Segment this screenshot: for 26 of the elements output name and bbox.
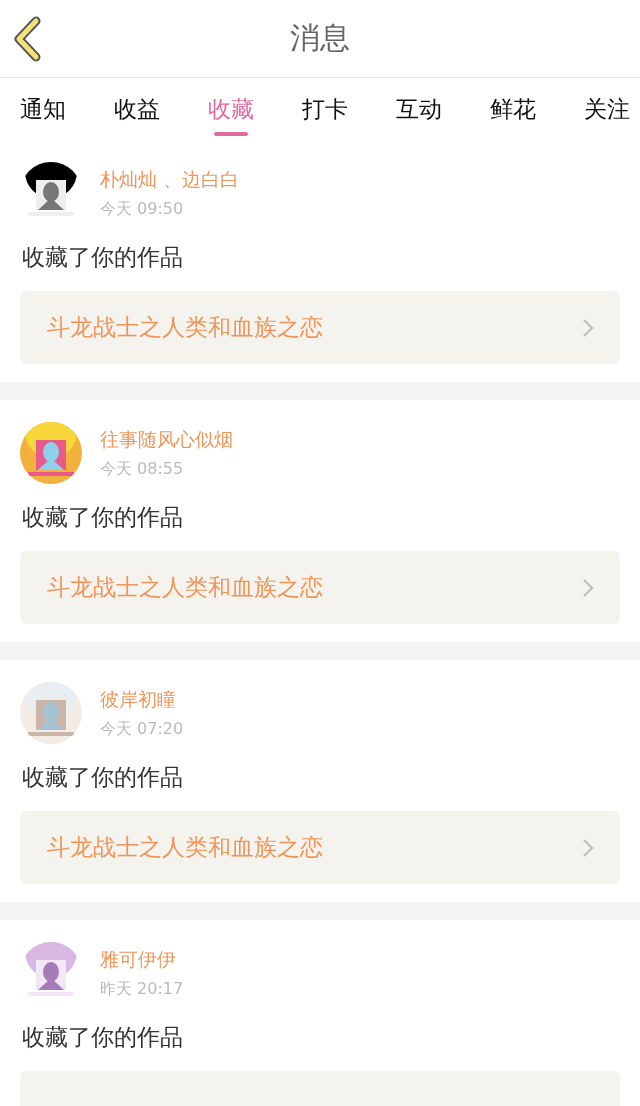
message-time: 今天 08:55 — [100, 458, 185, 480]
work-title: 斗龙战士之人类和血族之恋 — [47, 313, 323, 342]
user-name[interactable]: 朴灿灿 、边白白 — [100, 166, 240, 193]
work-title: 斗龙战士之人类和血族之恋 — [47, 573, 323, 602]
tab[interactable]: 关注 — [584, 78, 630, 140]
user-name[interactable]: 雅可伊伊 — [100, 946, 184, 973]
work-title: 斗龙战士之人类和血族之恋 — [47, 833, 323, 862]
message-text: 收藏了你的作品 — [22, 1023, 184, 1052]
tab[interactable]: 鲜花 — [490, 78, 536, 140]
tab[interactable]: 互动 — [396, 78, 442, 140]
message-text: 收藏了你的作品 — [22, 503, 184, 532]
work-link[interactable]: 斗龙战士之人类和血族之恋 — [20, 551, 620, 624]
tab[interactable]: 通知 — [20, 78, 66, 140]
tab[interactable]: 收藏 — [208, 78, 254, 140]
work-link[interactable]: 斗龙战士之人类和血族之恋 — [20, 291, 620, 364]
tab[interactable]: 打卡 — [302, 78, 348, 140]
message-text: 收藏了你的作品 — [22, 763, 184, 792]
tab[interactable]: 收益 — [114, 78, 160, 140]
work-link[interactable]: 斗龙战士之人类和血族之恋 — [20, 811, 620, 884]
message-time: 今天 09:50 — [100, 198, 185, 220]
message-text: 收藏了你的作品 — [22, 243, 184, 272]
message-time: 昨天 20:17 — [100, 978, 184, 1000]
user-name[interactable]: 往事随风心似烟 — [100, 426, 233, 453]
message-time: 今天 07:20 — [100, 718, 184, 740]
user-name[interactable]: 彼岸初瞳 — [100, 686, 184, 713]
page-title: 消息 — [290, 19, 350, 57]
